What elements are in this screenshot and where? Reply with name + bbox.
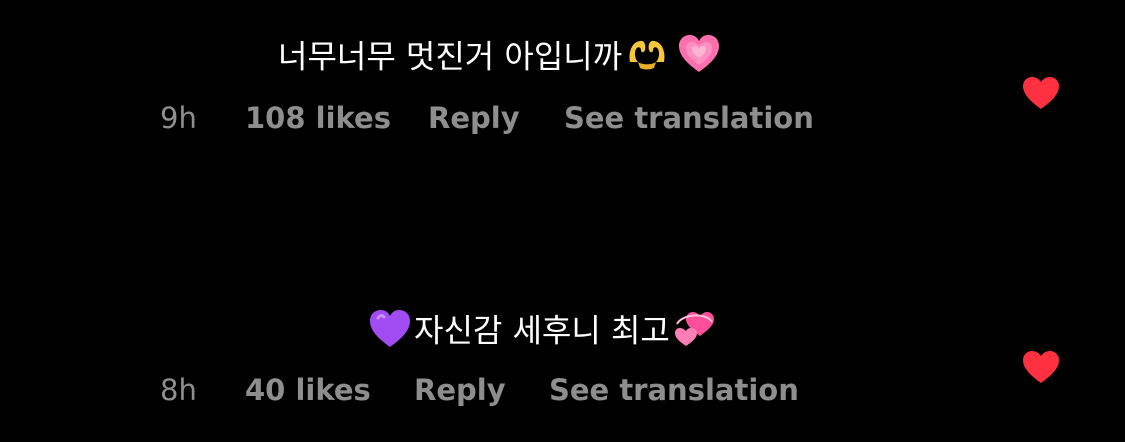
like-heart-icon[interactable] <box>1022 76 1060 110</box>
comment-item: 자신감 세후니 최고 8h 40 likes Reply See transla… <box>0 308 1125 418</box>
comment-item: 너무너무 멋진거 아입니까 9h 108 likes Reply See tra… <box>0 34 1125 144</box>
reply-button[interactable]: Reply <box>428 98 520 138</box>
purple-heart-emoji-icon <box>368 308 412 357</box>
comment-timestamp: 8h <box>160 373 197 407</box>
comment-body: 자신감 세후니 최고 <box>414 311 670 350</box>
comment-timestamp: 9h <box>160 101 197 135</box>
like-count[interactable]: 40 likes <box>245 370 371 410</box>
heart-hands-emoji-icon <box>624 34 670 83</box>
growing-heart-emoji-icon <box>678 34 720 83</box>
revolving-hearts-emoji-icon <box>672 308 716 357</box>
like-heart-icon[interactable] <box>1022 350 1060 384</box>
like-count[interactable]: 108 likes <box>245 98 391 138</box>
comment-body: 너무너무 멋진거 아입니까 <box>278 37 623 76</box>
comment-text: 자신감 세후니 최고 <box>368 308 716 357</box>
reply-button[interactable]: Reply <box>414 370 506 410</box>
see-translation-button[interactable]: See translation <box>549 370 799 410</box>
see-translation-button[interactable]: See translation <box>564 98 814 138</box>
comment-text: 너무너무 멋진거 아입니까 <box>278 34 720 83</box>
